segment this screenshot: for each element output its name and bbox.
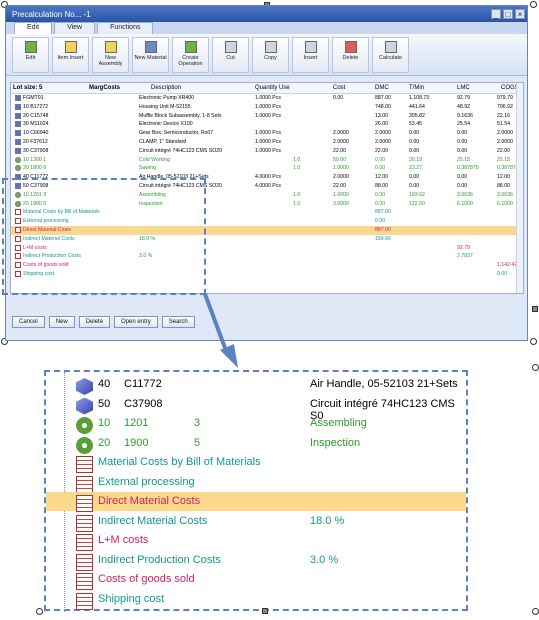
cost-document-icon: [76, 534, 93, 551]
operation-gear-icon: [76, 436, 93, 454]
operation-extra: 3: [194, 417, 201, 429]
position-number: 20: [98, 436, 111, 449]
zoom-list-item[interactable]: 40 C11772 Air Handle, 05-52103 21+Sets: [46, 375, 466, 395]
position-number: 50: [98, 397, 111, 410]
zoom-list-item[interactable]: L+M costs: [46, 531, 466, 551]
zoom-list-item[interactable]: Shipping cost: [46, 590, 466, 610]
cost-document-icon: [76, 553, 93, 571]
screenshot-stage: Precalculation No... -1 _ □ × Edit View …: [0, 0, 539, 620]
cost-line-label: Costs of goods sold: [98, 573, 195, 585]
zoomed-detail-panel: 40 C11772 Air Handle, 05-52103 21+Sets 50 C3…: [44, 370, 468, 612]
item-code: C37908: [124, 397, 163, 410]
cost-line-label: Indirect Material Costs: [98, 514, 208, 527]
item-code: 1201: [124, 417, 149, 429]
cost-line-label: External processing: [98, 475, 195, 488]
resize-handle[interactable]: [36, 608, 43, 615]
zoom-list-item[interactable]: 50 C37908 Circuit intégré 74HC123 CMS S0: [46, 395, 466, 422]
cost-document-icon: [76, 573, 93, 590]
item-code: 1900: [124, 436, 149, 449]
zoom-list-item[interactable]: Indirect Material Costs 18.0 %: [46, 512, 466, 532]
cost-document-icon: [76, 475, 93, 493]
item-cube-icon: [76, 378, 93, 395]
cost-line-value: 3.0 %: [310, 553, 339, 566]
zoom-list-item[interactable]: Material Costs by Bill of Materials: [46, 453, 466, 473]
cost-line-label: Direct Material Costs: [98, 495, 201, 507]
cost-line-label: L+M costs: [98, 534, 149, 546]
item-cube-icon: [76, 397, 93, 415]
item-code: C11772: [124, 378, 162, 390]
cost-document-icon: [76, 592, 93, 610]
cost-line-label: Shipping cost: [98, 592, 165, 605]
item-description: Air Handle, 05-52103 21+Sets: [310, 378, 458, 390]
resize-handle[interactable]: [262, 608, 268, 614]
zoom-list-item[interactable]: External processing: [46, 473, 466, 493]
cost-line-label: Material Costs by Bill of Materials: [98, 456, 261, 468]
position-number: 10: [98, 417, 111, 429]
operation-gear-icon: [76, 417, 93, 434]
resize-handle[interactable]: [532, 608, 539, 615]
cost-document-icon: [76, 514, 93, 532]
zoom-list-item[interactable]: 20 1900 5 Inspection: [46, 434, 466, 454]
resize-handle[interactable]: [532, 364, 539, 371]
position-number: 40: [98, 378, 111, 390]
item-description: Assembling: [310, 417, 367, 429]
operation-extra: 5: [194, 436, 201, 449]
zoom-list-item[interactable]: Costs of goods sold: [46, 570, 466, 590]
zoom-list-item[interactable]: 10 1201 3 Assembling: [46, 414, 466, 434]
cost-line-label: Indirect Production Costs: [98, 553, 221, 566]
item-description: Inspection: [310, 436, 361, 449]
cost-document-icon: [76, 495, 93, 512]
zoom-list-item[interactable]: Direct Material Costs: [46, 492, 466, 512]
cost-document-icon: [76, 456, 93, 473]
zoom-list-item[interactable]: Indirect Production Costs 3.0 %: [46, 551, 466, 571]
cost-line-value: 18.0 %: [310, 514, 345, 527]
